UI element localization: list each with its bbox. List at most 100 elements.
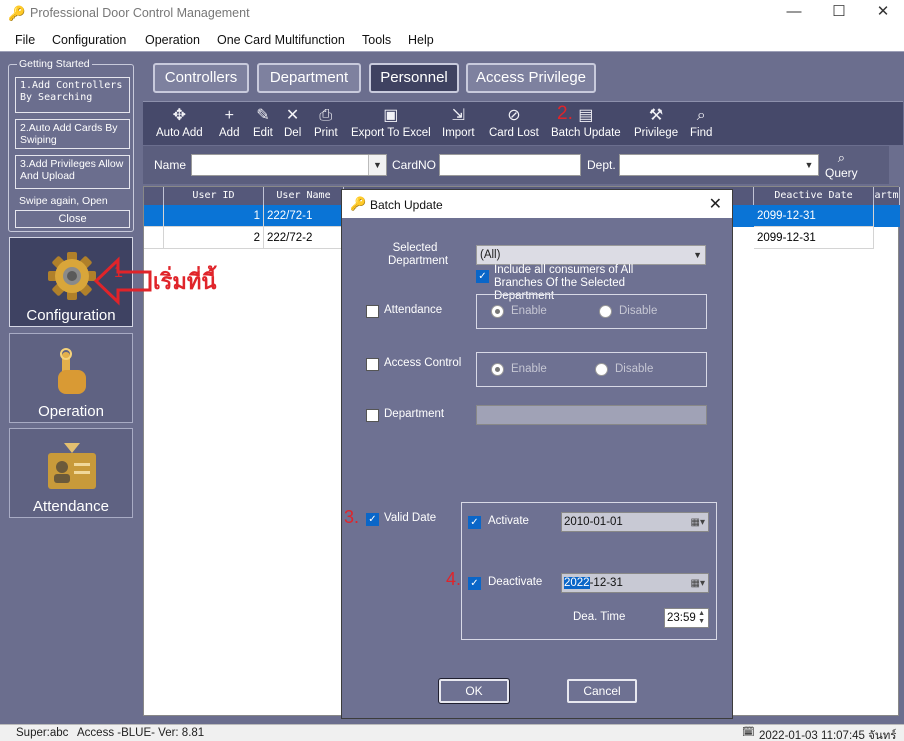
- main-tabs: Controllers Department Personnel Access …: [143, 55, 903, 100]
- menu-configuration[interactable]: Configuration: [52, 33, 126, 47]
- close-icon[interactable]: ✕: [709, 194, 722, 214]
- window-title: Professional Door Control Management: [30, 6, 250, 20]
- print-button[interactable]: ⎙ Print: [314, 105, 338, 139]
- attendance-checkbox[interactable]: [366, 305, 379, 318]
- activate-date-picker[interactable]: 2010-01-01 ▦▾: [561, 512, 709, 532]
- cell-user-name: 222/72-2: [264, 227, 344, 249]
- attendance-label: Attendance: [33, 498, 109, 515]
- menu-one-card[interactable]: One Card Multifunction: [217, 33, 345, 47]
- ok-button[interactable]: OK: [438, 678, 510, 704]
- calendar-icon[interactable]: ▦▾: [691, 514, 705, 532]
- name-combo[interactable]: ▼: [191, 154, 387, 176]
- menu-tools[interactable]: Tools: [362, 33, 391, 47]
- card-lost-button[interactable]: ⊘ Card Lost: [489, 105, 539, 139]
- cell-user-name: 222/72-1: [264, 205, 344, 227]
- grid-header-user-id[interactable]: User ID: [164, 187, 264, 205]
- status-user: Super:abc: [16, 727, 69, 739]
- access-control-checkbox[interactable]: [366, 358, 379, 371]
- department-checkbox[interactable]: [366, 409, 379, 422]
- dialog-title-bar: 🔑 Batch Update ✕: [342, 190, 732, 218]
- privilege-button[interactable]: ⚒ Privilege: [634, 105, 678, 139]
- activate-checkbox[interactable]: ✓: [468, 516, 481, 529]
- operation-side-button[interactable]: Operation: [9, 333, 133, 423]
- grid-header-deactive-date[interactable]: Deactive Date: [754, 187, 874, 205]
- access-enable-radio[interactable]: [491, 363, 504, 376]
- tab-personnel[interactable]: Personnel: [369, 63, 459, 93]
- dea-time-spinner[interactable]: 23:59 ▲ ▼: [664, 608, 709, 628]
- auto-add-button[interactable]: ✥ Auto Add: [156, 105, 203, 139]
- edit-button[interactable]: ✎ Edit: [253, 105, 273, 139]
- attendance-enable-label: Enable: [511, 305, 547, 317]
- search-icon: ⌕: [696, 107, 706, 124]
- title-bar: 🔑 Professional Door Control Management —…: [0, 0, 904, 28]
- grid-header-corner: [144, 187, 164, 205]
- operation-label: Operation: [38, 403, 104, 420]
- step-3-marker: 3.: [344, 507, 360, 527]
- getting-started-close-button[interactable]: Close: [15, 210, 130, 228]
- close-window-button[interactable]: ✕: [861, 2, 904, 24]
- personnel-toolbar: ✥ Auto Add + Add ✎ Edit ✕ Del ⎙ Print ▣ Export…: [143, 101, 903, 145]
- cancel-button[interactable]: Cancel: [567, 679, 637, 703]
- add-controllers-button[interactable]: 1.Add Controllers By Searching: [15, 77, 130, 113]
- cell-user-id: 1: [164, 205, 264, 227]
- status-datetime: 2022-01-03 11:07:45 จันทร์: [759, 730, 897, 741]
- gear-icon: [48, 252, 96, 300]
- swipe-hint: Swipe again, Open: [19, 195, 108, 207]
- grid-header-partial[interactable]: artm: [874, 187, 900, 205]
- valid-date-checkbox[interactable]: ✓: [366, 513, 379, 526]
- tab-department[interactable]: Department: [257, 63, 361, 93]
- valid-date-label: Valid Date: [384, 512, 437, 524]
- deactivate-date-picker[interactable]: 2022-12-31 ▦▾: [561, 573, 709, 593]
- deactivate-label: Deactivate: [488, 576, 543, 588]
- menu-operation[interactable]: Operation: [145, 33, 200, 47]
- attendance-enable-radio[interactable]: [491, 305, 504, 318]
- auto-add-cards-button[interactable]: 2.Auto Add Cards By Swiping: [15, 119, 130, 149]
- plus-icon: +: [224, 107, 234, 124]
- cardno-input[interactable]: [439, 154, 581, 176]
- activate-label: Activate: [488, 515, 529, 527]
- include-branches-checkbox[interactable]: ✓: [476, 270, 489, 283]
- row-selector[interactable]: [144, 227, 164, 249]
- department-combo[interactable]: [476, 405, 707, 425]
- maximize-button[interactable]: ☐: [817, 2, 861, 24]
- menu-help[interactable]: Help: [408, 33, 434, 47]
- spinner-arrows-icon[interactable]: ▲ ▼: [698, 610, 705, 626]
- tab-controllers[interactable]: Controllers: [153, 63, 249, 93]
- add-button[interactable]: + Add: [219, 105, 239, 139]
- access-disable-radio[interactable]: [595, 363, 608, 376]
- find-button[interactable]: ⌕ Find: [690, 105, 712, 139]
- valid-date-group: ✓ Activate 2010-01-01 ▦▾ 4. ✓ Deactivate…: [446, 502, 717, 640]
- dea-time-label: Dea. Time: [573, 611, 626, 623]
- deactivate-checkbox[interactable]: ✓: [468, 577, 481, 590]
- row-selector[interactable]: [144, 205, 164, 227]
- query-button[interactable]: ⌕ Query: [825, 150, 858, 180]
- export-excel-button[interactable]: ▣ Export To Excel: [351, 105, 431, 139]
- delete-button[interactable]: ✕ Del: [284, 105, 301, 139]
- tab-access-privilege[interactable]: Access Privilege: [466, 63, 596, 93]
- step-4-marker: 4.: [446, 569, 462, 589]
- cardno-label: CardNO: [392, 158, 437, 172]
- add-privileges-button[interactable]: 3.Add Privileges Allow And Upload: [15, 155, 130, 189]
- id-badge-icon: [48, 443, 96, 489]
- step-2-marker: 2.: [557, 103, 573, 124]
- dept-combo[interactable]: ▼: [619, 154, 819, 176]
- import-icon: ⇲: [451, 107, 465, 124]
- x-icon: ✕: [285, 107, 300, 124]
- privilege-icon: ⚒: [648, 107, 664, 124]
- menu-file[interactable]: File: [15, 33, 35, 47]
- import-button[interactable]: ⇲ Import: [442, 105, 475, 139]
- attendance-side-button[interactable]: Attendance: [9, 428, 133, 518]
- calendar-icon[interactable]: ▦▾: [691, 575, 705, 593]
- selected-department-combo[interactable]: (All) ▼: [476, 245, 706, 265]
- cell-deactive-date: 2099-12-31: [754, 205, 874, 227]
- access-disable-label: Disable: [615, 363, 654, 375]
- auto-add-icon: ✥: [172, 107, 187, 124]
- pencil-icon: ✎: [256, 107, 270, 124]
- name-label: Name: [154, 158, 187, 172]
- grid-header-user-name[interactable]: User Name: [264, 187, 344, 205]
- minimize-button[interactable]: —: [772, 2, 816, 24]
- getting-started-panel: Getting Started 1.Add Controllers By Sea…: [8, 58, 134, 232]
- clock-icon: 🗓: [742, 727, 755, 738]
- status-version: Access -BLUE- Ver: 8.81: [77, 727, 205, 739]
- attendance-disable-radio[interactable]: [599, 305, 612, 318]
